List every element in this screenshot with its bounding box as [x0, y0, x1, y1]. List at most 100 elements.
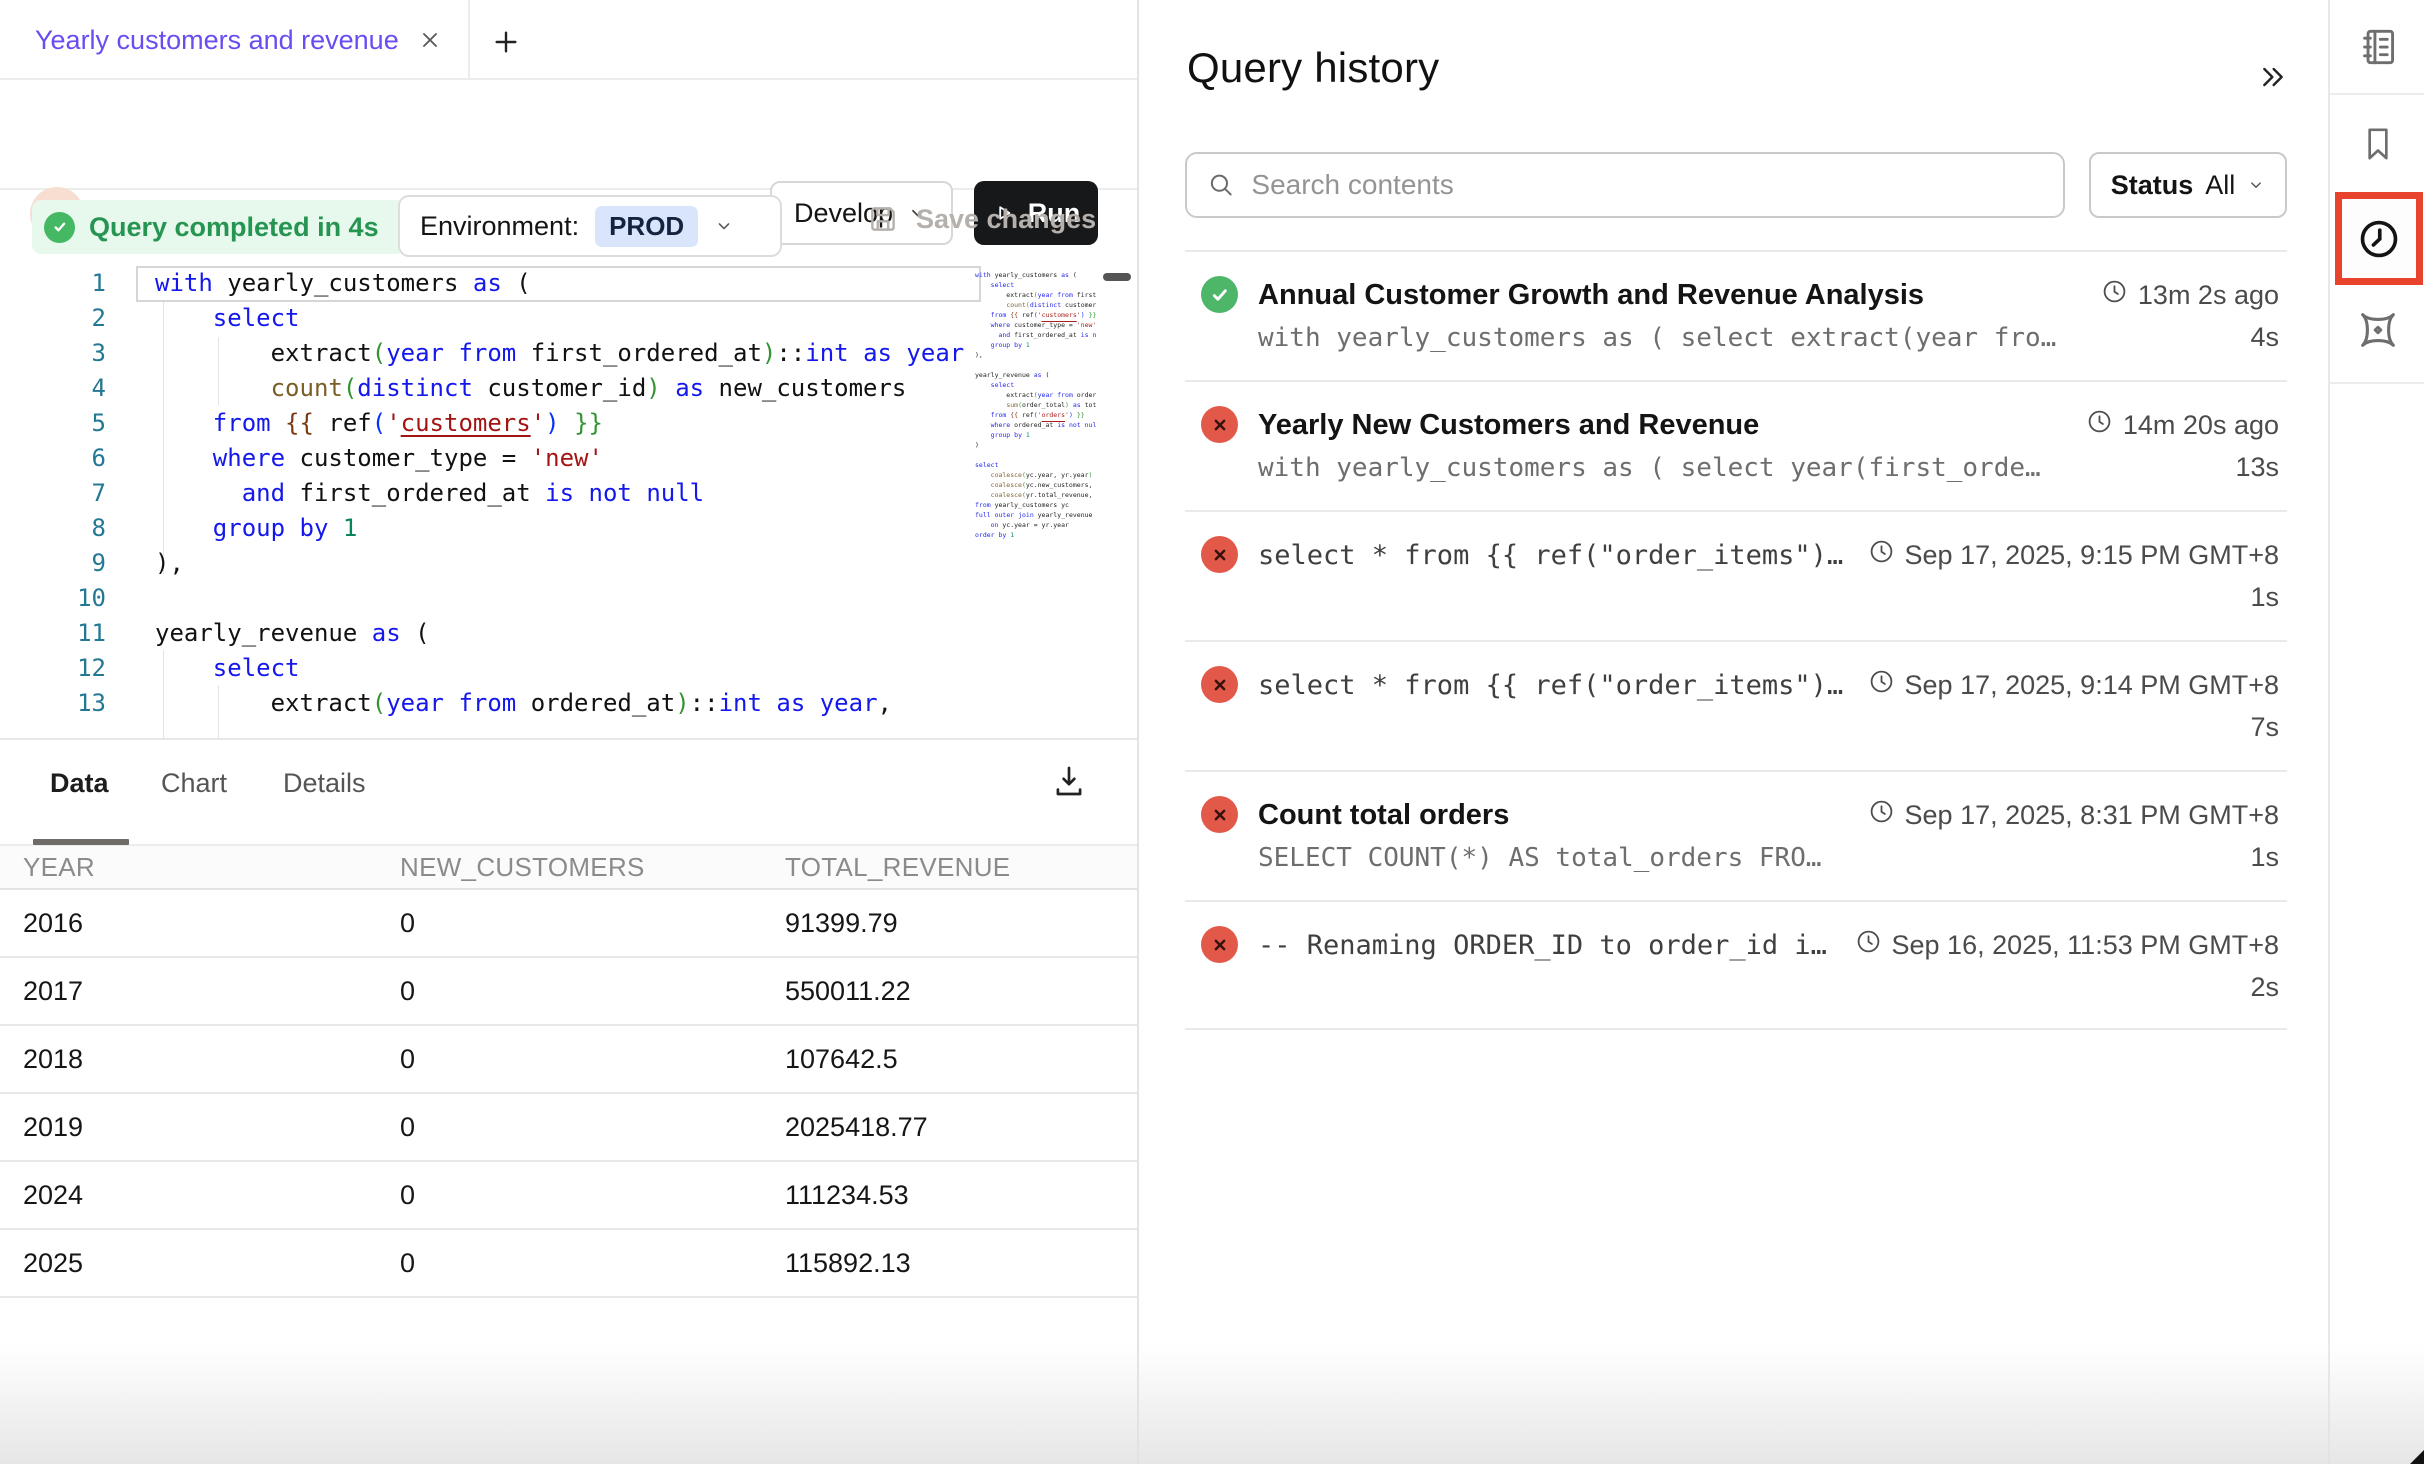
history-item-title: -- Renaming ORDER_ID to order_id i…: [1258, 930, 1855, 961]
history-item-time: 14m 20s ago: [2086, 408, 2279, 442]
results-table-header: YEARNEW_CUSTOMERSTOTAL_REVENUE: [0, 846, 1137, 890]
line-number: 7: [0, 476, 106, 511]
line-number: 8: [0, 511, 106, 546]
line-number: 9: [0, 546, 106, 581]
history-list: Annual Customer Growth and Revenue Analy…: [1185, 250, 2287, 1030]
save-icon: [866, 202, 900, 236]
save-changes-label: Save changes: [916, 204, 1096, 235]
notebook-icon[interactable]: [2330, 22, 2424, 72]
history-item[interactable]: select * from {{ ref("order_items")…Sep …: [1185, 640, 2287, 770]
results-tab-chart[interactable]: Chart: [161, 768, 227, 799]
results-tab-data[interactable]: Data: [50, 768, 109, 799]
time-text: Sep 17, 2025, 9:14 PM GMT+8: [1905, 670, 2279, 701]
error-status-icon: [1201, 796, 1238, 833]
history-item-row1: Yearly New Customers and Revenue14m 20s …: [1258, 408, 2279, 442]
code-line: where customer_type = 'new': [155, 441, 972, 476]
table-row: 20250115892.13: [0, 1230, 1137, 1298]
minimap[interactable]: with yearly_customers as ( select extrac…: [975, 270, 1096, 730]
collapse-panel-icon[interactable]: [2251, 55, 2295, 99]
history-item-title: Annual Customer Growth and Revenue Analy…: [1258, 279, 2101, 312]
clock-icon: [1868, 668, 1895, 702]
history-item[interactable]: select * from {{ ref("order_items")… Sep …: [1185, 510, 2287, 640]
table-cell: 0: [400, 908, 785, 939]
environment-label: Environment:: [420, 211, 579, 242]
history-item-duration: 7s: [2250, 712, 2279, 743]
status-filter-dropdown[interactable]: Status All: [2089, 152, 2287, 218]
history-item-main: Yearly New Customers and Revenue14m 20s …: [1258, 382, 2279, 510]
bookmark-icon[interactable]: [2330, 120, 2424, 168]
error-status-icon: [1201, 406, 1238, 443]
code-lines: with yearly_customers as ( select extrac…: [155, 266, 972, 721]
line-number: 12: [0, 651, 106, 686]
history-item-time: Sep 17, 2025, 9:14 PM GMT+8: [1868, 668, 2279, 702]
table-cell: 2024: [23, 1180, 400, 1211]
tab-label: Yearly customers and revenue: [35, 25, 399, 56]
resize-grip[interactable]: [2410, 1450, 2424, 1464]
new-tab-button[interactable]: [486, 22, 526, 62]
time-text: 14m 20s ago: [2123, 410, 2279, 441]
search-input[interactable]: [1251, 169, 2043, 201]
code-line: group by 1: [155, 511, 972, 546]
history-item-row1: Annual Customer Growth and Revenue Analy…: [1258, 278, 2279, 312]
line-number: 13: [0, 686, 106, 721]
history-item[interactable]: -- Renaming ORDER_ID to order_id i…Sep 1…: [1185, 900, 2287, 1030]
history-item-main: select * from {{ ref("order_items")… Sep …: [1258, 512, 2279, 640]
query-history-rail-button[interactable]: [2335, 192, 2423, 285]
history-search-box[interactable]: [1185, 152, 2065, 218]
results-tab-strip: Data Chart Details: [0, 740, 1137, 846]
clock-icon: [1855, 928, 1882, 962]
history-item[interactable]: Annual Customer Growth and Revenue Analy…: [1185, 250, 2287, 380]
tab-yearly-customers-and-revenue[interactable]: Yearly customers and revenue: [0, 0, 470, 80]
right-rail: [2328, 0, 2424, 1464]
environment-row: Query completed in 4s Environment: PROD …: [0, 190, 1137, 262]
time-text: 13m 2s ago: [2138, 280, 2279, 311]
line-number: 1: [0, 266, 106, 301]
line-number: 3: [0, 336, 106, 371]
chevron-down-icon: [714, 216, 734, 236]
history-item-snippet: SELECT COUNT(*) AS total_orders FRO…: [1258, 843, 2250, 873]
line-numbers: 12345678910111213: [0, 266, 106, 721]
close-tab-icon[interactable]: [415, 25, 445, 55]
search-icon: [1207, 170, 1235, 200]
table-cell: 2016: [23, 908, 400, 939]
rail-divider: [2330, 93, 2424, 95]
table-cell: 111234.53: [785, 1180, 1137, 1211]
history-item-time: 13m 2s ago: [2101, 278, 2279, 312]
environment-select[interactable]: Environment: PROD: [398, 195, 782, 257]
save-changes-button[interactable]: Save changes: [866, 202, 1096, 236]
history-item[interactable]: Yearly New Customers and Revenue14m 20s …: [1185, 380, 2287, 510]
history-item-duration: 1s: [2250, 582, 2279, 613]
history-item[interactable]: Count total ordersSep 17, 2025, 8:31 PM …: [1185, 770, 2287, 900]
history-item-title: select * from {{ ref("order_items")…: [1258, 540, 1868, 571]
error-status-icon: [1201, 666, 1238, 703]
clock-icon: [2086, 408, 2113, 442]
table-row: 20170550011.22: [0, 958, 1137, 1026]
rail-divider: [2330, 382, 2424, 384]
history-item-row2: with yearly_customers as ( select year(f…: [1258, 452, 2279, 483]
editor-panel: Yearly customers and revenue BL Your sav…: [0, 0, 1137, 1464]
results-table-body: 2016091399.7920170550011.2220180107642.5…: [0, 890, 1137, 1298]
history-item-row2: 1s: [1258, 582, 2279, 613]
table-row: 20180107642.5: [0, 1026, 1137, 1094]
clock-icon: [2356, 216, 2402, 262]
error-status-icon: [1201, 926, 1238, 963]
column-header: NEW_CUSTOMERS: [400, 852, 785, 883]
column-header: YEAR: [23, 852, 400, 883]
line-number: 11: [0, 616, 106, 651]
scrollbar-thumb[interactable]: [1103, 273, 1131, 281]
download-results-button[interactable]: [1046, 758, 1092, 804]
lineage-icon[interactable]: [2330, 305, 2424, 355]
time-text: Sep 17, 2025, 8:31 PM GMT+8: [1905, 800, 2279, 831]
time-text: Sep 17, 2025, 9:15 PM GMT+8: [1905, 540, 2279, 571]
sql-code-editor[interactable]: 12345678910111213 with yearly_customers …: [0, 262, 1137, 740]
history-item-row1: Count total ordersSep 17, 2025, 8:31 PM …: [1258, 798, 2279, 832]
table-row: 20240111234.53: [0, 1162, 1137, 1230]
code-line: extract(year from first_ordered_at)::int…: [155, 336, 972, 371]
table-cell: 0: [400, 1112, 785, 1143]
line-number: 4: [0, 371, 106, 406]
results-tab-details[interactable]: Details: [283, 768, 366, 799]
code-line: extract(year from ordered_at)::int as ye…: [155, 686, 972, 721]
history-item-main: Count total ordersSep 17, 2025, 8:31 PM …: [1258, 772, 2279, 900]
tab-bar: Yearly customers and revenue: [0, 0, 1137, 80]
clock-icon: [2101, 278, 2128, 312]
